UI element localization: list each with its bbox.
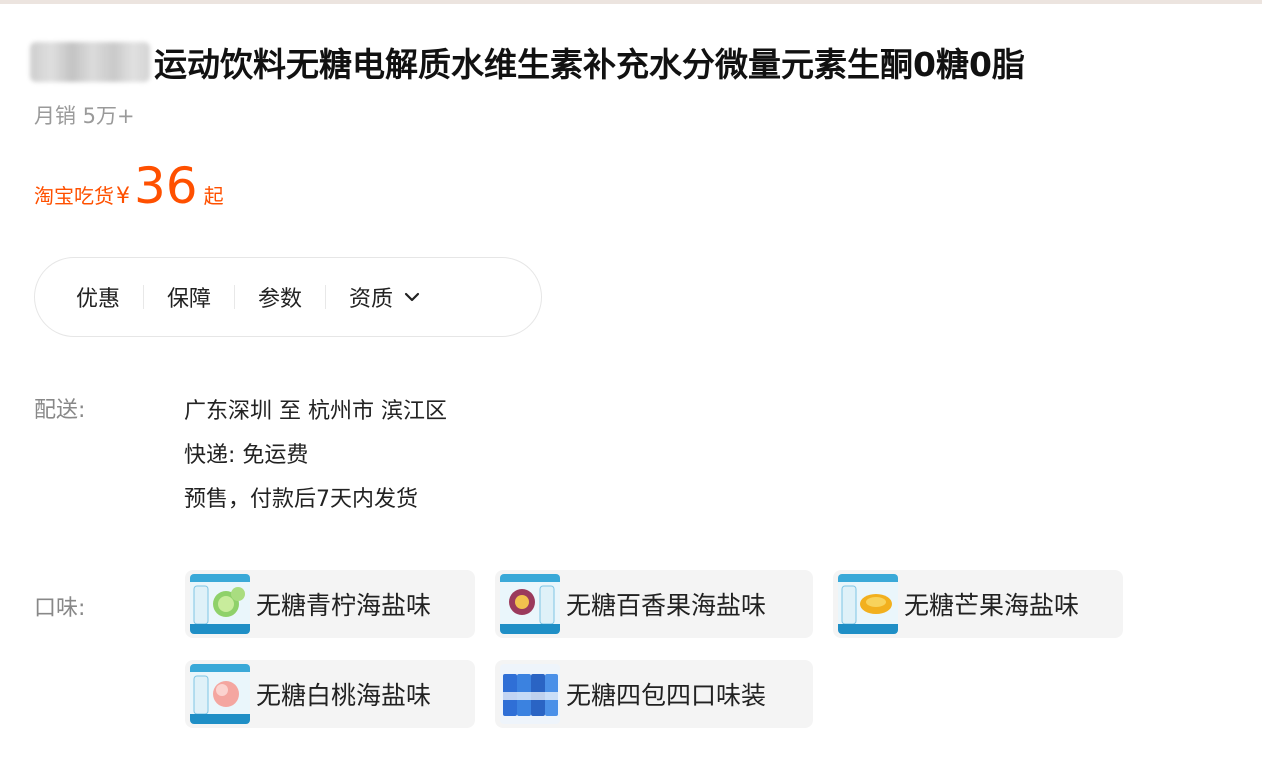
price-value: 36 <box>134 157 198 215</box>
price-prefix: 淘宝吃货 <box>34 184 114 208</box>
chevron-down-icon <box>404 292 420 302</box>
title-row: 运动饮料无糖电解质水维生素补充水分微量元素生酮0糖0脂 <box>30 38 1025 86</box>
price-currency: ¥ <box>116 184 130 209</box>
delivery-route[interactable]: 广东深圳 至 杭州市 滨江区 <box>184 390 447 434</box>
tab-label: 资质 <box>349 287 394 312</box>
mango-product-thumbnail <box>838 574 898 634</box>
flavor-option-lime[interactable]: 无糖青柠海盐味 <box>185 570 475 638</box>
flavor-option-label: 无糖百香果海盐味 <box>566 591 767 620</box>
flavor-option-multi-pack[interactable]: 无糖四包四口味装 <box>495 660 813 728</box>
flavor-option-mango[interactable]: 无糖芒果海盐味 <box>833 570 1123 638</box>
lime-product-thumbnail <box>190 574 250 634</box>
tab-parameters[interactable]: 参数 <box>235 257 325 337</box>
delivery-shipping: 快递: 免运费 <box>184 443 309 468</box>
delivery-presale: 预售，付款后7天内发货 <box>184 487 418 512</box>
price-suffix: 起 <box>203 184 224 208</box>
multi-pack-product-thumbnail <box>500 664 560 724</box>
product-title: 运动饮料无糖电解质水维生素补充水分微量元素生酮0糖0脂 <box>154 45 1025 84</box>
blurred-brand-mark <box>30 42 150 82</box>
product-detail-page: 运动饮料无糖电解质水维生素补充水分微量元素生酮0糖0脂 月销 5万+ 淘宝吃货 … <box>0 0 1262 766</box>
flavor-option-passion-fruit[interactable]: 无糖百香果海盐味 <box>495 570 813 638</box>
tab-label: 保障 <box>167 287 212 312</box>
delivery-label: 配送: <box>34 398 86 423</box>
flavor-option-label: 无糖四包四口味装 <box>566 681 767 710</box>
tab-qualification[interactable]: 资质 <box>326 257 444 337</box>
tab-label: 参数 <box>258 287 303 312</box>
flavor-option-label: 无糖芒果海盐味 <box>904 591 1080 620</box>
tab-discount[interactable]: 优惠 <box>53 257 143 337</box>
flavor-option-peach[interactable]: 无糖白桃海盐味 <box>185 660 475 728</box>
top-border <box>0 0 1262 4</box>
peach-product-thumbnail <box>190 664 250 724</box>
flavor-label: 口味: <box>34 596 86 621</box>
info-tabs: 优惠 保障 参数 资质 <box>34 257 542 337</box>
passion-fruit-product-thumbnail <box>500 574 560 634</box>
delivery-info: 广东深圳 至 杭州市 滨江区 快递: 免运费 预售，付款后7天内发货 <box>184 390 447 522</box>
tab-guarantee[interactable]: 保障 <box>144 257 234 337</box>
flavor-option-label: 无糖青柠海盐味 <box>256 591 432 620</box>
flavor-option-label: 无糖白桃海盐味 <box>256 681 432 710</box>
monthly-sales: 月销 5万+ <box>34 104 135 128</box>
price-row: 淘宝吃货 ¥ 36 起 <box>34 156 224 216</box>
tab-label: 优惠 <box>76 287 121 312</box>
